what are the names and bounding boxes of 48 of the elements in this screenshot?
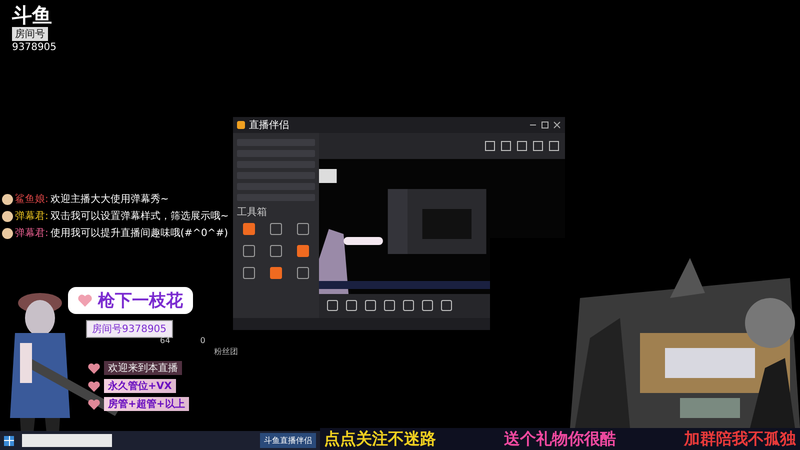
avatar-icon bbox=[2, 210, 13, 222]
chat-message: 欢迎主播大大使用弹幕秀~ bbox=[50, 192, 169, 206]
stat-count: 64 bbox=[160, 336, 170, 345]
tool-icon[interactable] bbox=[270, 223, 282, 235]
tool-icon[interactable] bbox=[270, 245, 282, 257]
toolbar-icon[interactable] bbox=[327, 300, 338, 310]
streamer-name: 枪下一枝花 bbox=[98, 290, 183, 312]
overlay-text: 房管+超管+以上 bbox=[104, 397, 189, 411]
windows-icon[interactable] bbox=[4, 436, 14, 446]
heart-icon bbox=[88, 380, 100, 392]
room-label: 房间号 bbox=[12, 27, 48, 41]
window-title: 直播伴侣 bbox=[249, 118, 289, 132]
overlay-text: 欢迎来到本直播 bbox=[104, 361, 182, 375]
banner-text: 送个礼物你很酷 bbox=[504, 428, 616, 450]
tool-icon[interactable] bbox=[243, 245, 255, 257]
chat-user: 弹幕君: bbox=[15, 210, 48, 223]
fan-club-label: 粉丝团 bbox=[214, 346, 238, 357]
app-logo-icon bbox=[237, 121, 245, 129]
chat-user: 弹幕君: bbox=[15, 226, 48, 240]
toolbar-icon[interactable] bbox=[422, 300, 433, 310]
maximize-icon[interactable] bbox=[541, 121, 549, 129]
banner-text: 加群陪我不孤独 bbox=[684, 428, 796, 450]
stat-count: 0 bbox=[200, 336, 206, 345]
search-field[interactable] bbox=[22, 434, 112, 447]
tool-icon[interactable] bbox=[243, 267, 255, 279]
toolbar-icon[interactable] bbox=[365, 300, 376, 310]
toolbar-icon[interactable] bbox=[441, 300, 452, 310]
logo-text: 斗鱼 bbox=[12, 4, 52, 26]
heart-icon bbox=[88, 362, 100, 374]
overlay-text: 永久管位+VX bbox=[104, 379, 176, 393]
taskbar-app[interactable]: 斗鱼直播伴侣 bbox=[260, 433, 316, 448]
chat-user: 鲨鱼娘: bbox=[15, 192, 48, 206]
chat-message: 双击我可以设置弹幕样式，筛选展示哦~ bbox=[50, 210, 229, 223]
section-title: 工具箱 bbox=[237, 206, 268, 219]
banner-text: 点点关注不迷路 bbox=[324, 428, 436, 450]
tool-icon[interactable] bbox=[297, 223, 309, 235]
avatar-icon bbox=[2, 228, 13, 238]
heart-icon bbox=[88, 398, 100, 410]
room-number: 9378905 bbox=[12, 42, 57, 53]
toolbar-icon[interactable] bbox=[384, 300, 395, 310]
tool-icon[interactable] bbox=[297, 267, 309, 279]
toolbar-icon[interactable] bbox=[346, 300, 357, 310]
heart-icon bbox=[78, 294, 92, 307]
toolbar-icon[interactable] bbox=[403, 300, 414, 310]
avatar-icon bbox=[2, 194, 13, 204]
close-icon[interactable] bbox=[553, 121, 561, 129]
room-tag: 房间号9378905 bbox=[86, 320, 173, 338]
chat-message: 使用我可以提升直播间趣味哦(#^0^#) bbox=[50, 226, 228, 240]
